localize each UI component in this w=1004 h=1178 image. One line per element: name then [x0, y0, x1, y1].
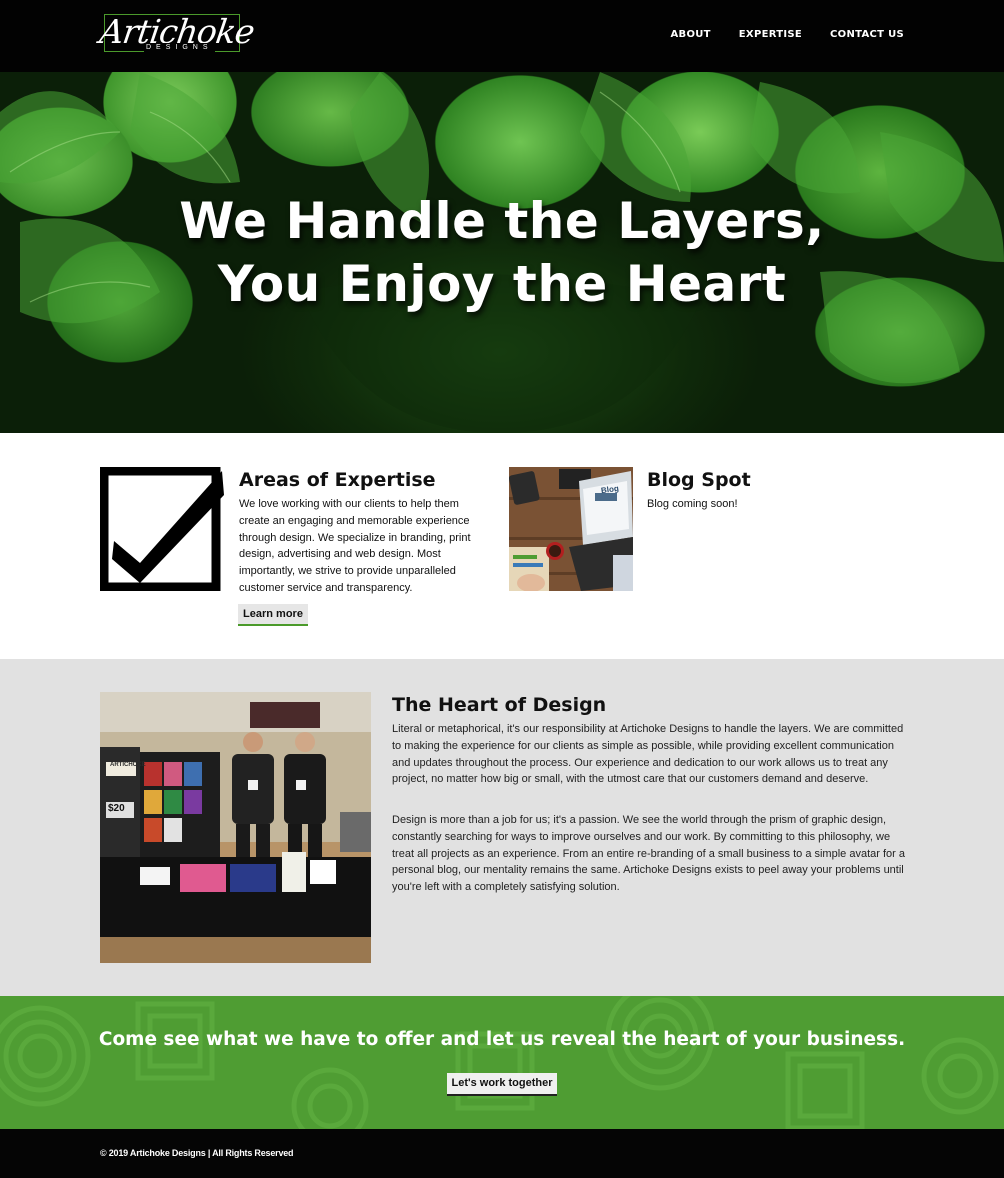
hero-headline: We Handle the Layers, You Enjoy the Hear… — [0, 190, 1004, 316]
copyright-text: © 2019 Artichoke Designs | All Rights Re… — [100, 1148, 294, 1158]
heart-paragraph-2: Design is more than a job for us; it's a… — [392, 814, 905, 894]
trade-show-photo: ARTICHOKE $20 — [100, 692, 371, 963]
main-nav: ABOUT EXPERTISE CONTACT US — [670, 29, 904, 40]
call-to-action-section: Come see what we have to offer and let u… — [0, 996, 1004, 1129]
blog-text: Blog coming soon! — [647, 498, 738, 510]
hero-banner: We Handle the Layers, You Enjoy the Hear… — [0, 72, 1004, 433]
nav-contact-us[interactable]: CONTACT US — [830, 29, 904, 40]
features-section: Areas of Expertise We love working with … — [0, 433, 1004, 659]
heart-of-design-section: ARTICHOKE $20 The Heart of Design Litera… — [0, 659, 1004, 996]
logo-subtitle: DESIGNS — [144, 43, 215, 52]
cta-headline: Come see what we have to offer and let u… — [98, 1029, 906, 1050]
heart-title: The Heart of Design — [392, 694, 607, 716]
photo-banner-text: ARTICHOKE — [110, 762, 146, 768]
heart-paragraph-1: Literal or metaphorical, it's our respon… — [392, 723, 904, 786]
nav-expertise[interactable]: EXPERTISE — [739, 29, 802, 40]
lets-work-together-button[interactable]: Let's work together — [447, 1073, 557, 1096]
expertise-title: Areas of Expertise — [239, 469, 436, 491]
site-footer: © 2019 Artichoke Designs | All Rights Re… — [0, 1129, 1004, 1178]
hero-line-2: You Enjoy the Heart — [217, 255, 787, 313]
geometric-pattern-background — [0, 996, 999, 1129]
blog-title: Blog Spot — [647, 469, 751, 491]
blog-image: Blog — [509, 467, 633, 591]
site-header: Artichoke DESIGNS ABOUT EXPERTISE CONTAC… — [0, 0, 1004, 72]
learn-more-button[interactable]: Learn more — [238, 604, 308, 626]
site-logo[interactable]: Artichoke DESIGNS — [97, 12, 256, 57]
expertise-text: We love working with our clients to help… — [239, 498, 471, 594]
hero-line-1: We Handle the Layers, — [179, 192, 825, 250]
checkbox-checked-icon — [99, 466, 224, 592]
nav-about[interactable]: ABOUT — [670, 29, 710, 40]
photo-price-tag: $20 — [108, 803, 125, 814]
